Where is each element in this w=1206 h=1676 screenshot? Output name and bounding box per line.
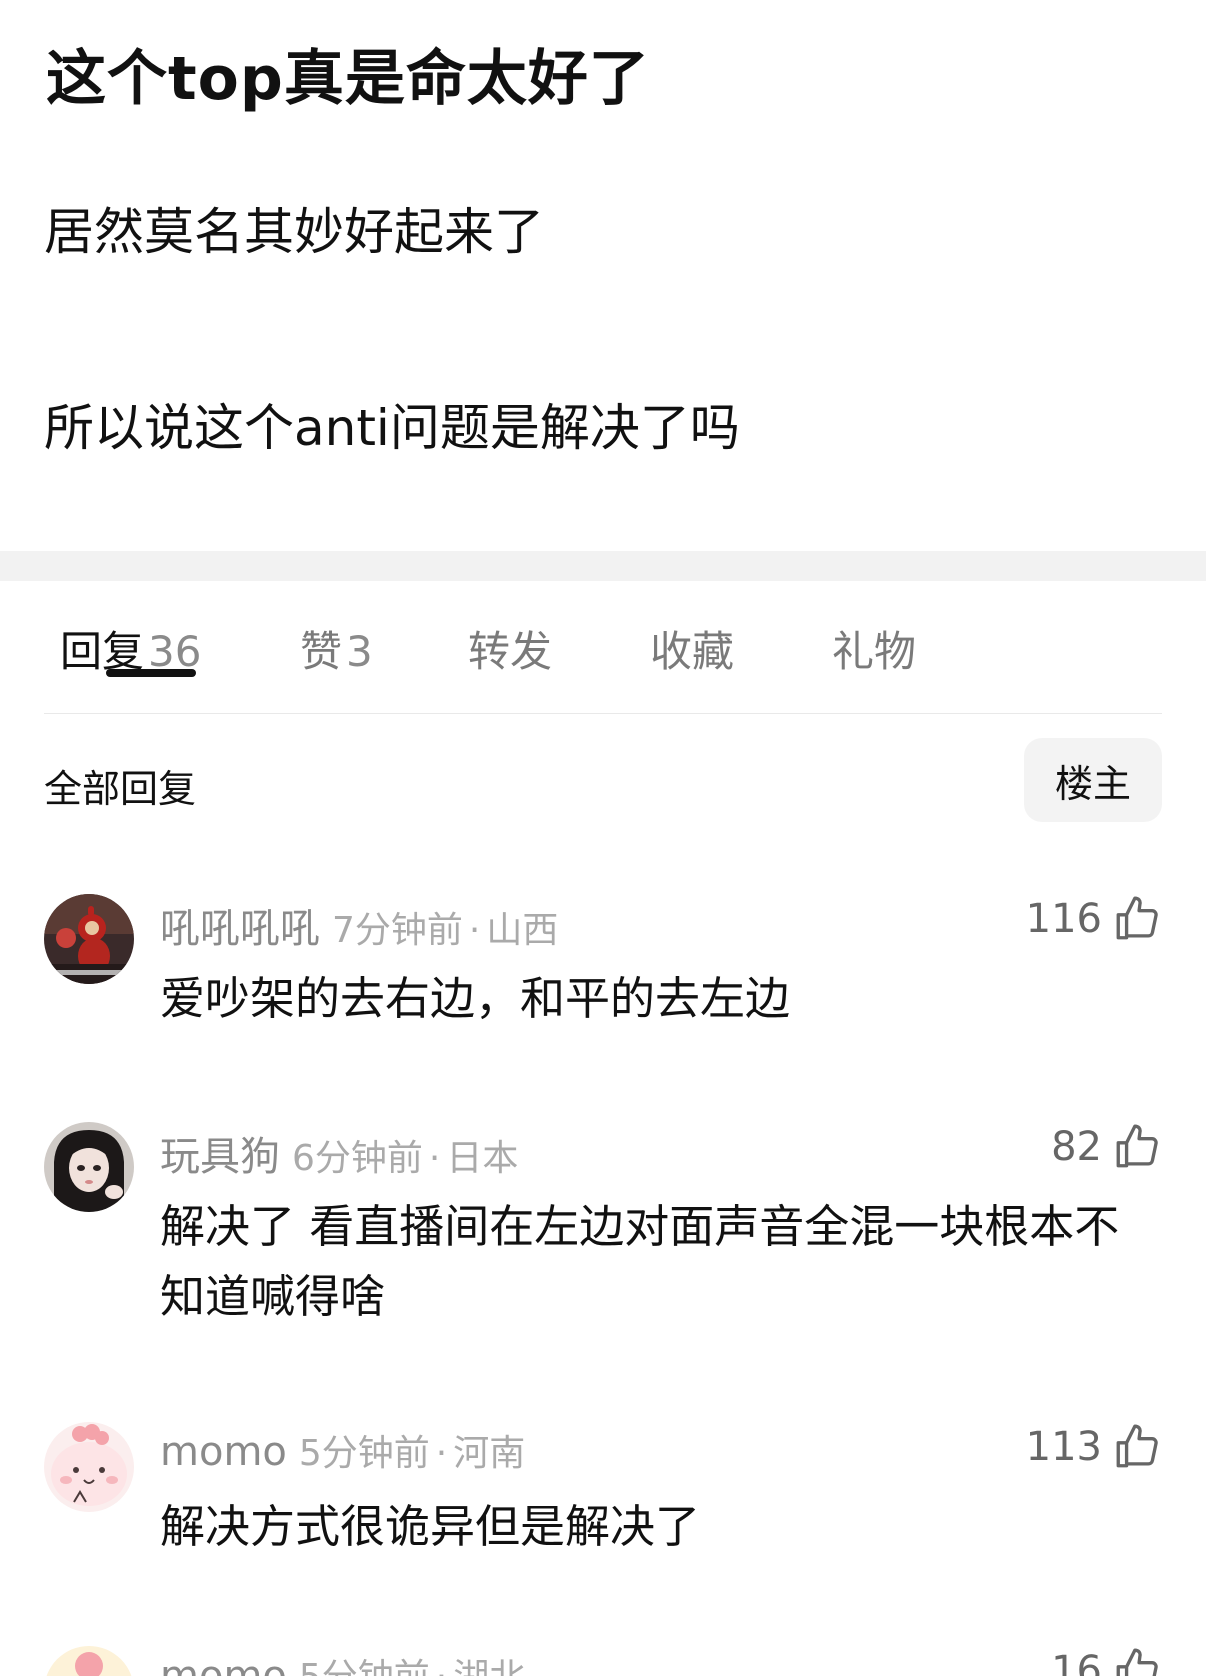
tab-label: 礼物 (832, 627, 917, 676)
like-button[interactable]: 82 (1051, 1122, 1162, 1172)
comment-time: 7分钟前 (332, 910, 463, 951)
like-button[interactable]: 113 (1026, 1422, 1162, 1472)
username[interactable]: 吼吼吼吼 (160, 906, 320, 952)
tab-replies[interactable]: 回复36 (60, 618, 201, 679)
reply-filter-row: 全部回复 楼主 (44, 738, 1162, 824)
like-count: 82 (1051, 1124, 1102, 1170)
thumbs-up-icon (1116, 1124, 1158, 1168)
thumbs-up-icon (1116, 1648, 1158, 1676)
tab-label: 转发 (468, 627, 553, 676)
avatar-image (44, 1422, 134, 1512)
post-title: 这个top真是命太好了 (46, 44, 650, 114)
avatar-image (44, 1646, 134, 1676)
comment-region: 山西 (486, 910, 559, 951)
tab-count: 3 (346, 627, 373, 676)
tab-likes[interactable]: 赞3 (300, 618, 373, 679)
thumbs-up-icon (1116, 1424, 1158, 1468)
like-count: 113 (1025, 1424, 1102, 1470)
like-button[interactable]: 16 (1051, 1646, 1162, 1676)
avatar-image (44, 894, 134, 984)
comment-text: 爱吵架的去右边，和平的去左边 (160, 972, 791, 1025)
comment-text: 解决了 看直播间在左边对面声音全混一块根本不知道喊得啥 (160, 1200, 1120, 1323)
all-replies-label: 全部回复 (44, 767, 197, 811)
tab-label: 赞 (300, 627, 343, 676)
avatar[interactable] (44, 1646, 134, 1676)
avatar[interactable] (44, 894, 134, 984)
tab-label: 收藏 (650, 627, 735, 676)
meta-separator: · (435, 1433, 448, 1474)
meta-separator: · (436, 1657, 447, 1676)
avatar[interactable] (44, 1422, 134, 1512)
comment-meta: 吼吼吼吼 7分钟前 · 山西 (160, 896, 558, 954)
comment-meta: momo 5分钟前 · 河南 (160, 1424, 525, 1476)
tab-reposts[interactable]: 转发 (468, 618, 552, 679)
comment-region: 湖北 (453, 1657, 525, 1676)
comment-time: 6分钟前 (292, 1138, 423, 1179)
avatar-image (44, 1122, 134, 1212)
comment-meta: 玩具狗 6分钟前 · 日本 (160, 1124, 518, 1182)
comment-time: 5分钟前 (298, 1433, 430, 1474)
like-button[interactable]: 116 (1026, 894, 1162, 944)
post-body-line: 居然莫名其妙好起来了 (44, 203, 544, 261)
thumbs-up-icon (1116, 896, 1158, 940)
username[interactable]: momo (160, 1429, 287, 1475)
like-count: 116 (1025, 896, 1102, 942)
post-body-line: 所以说这个anti问题是解决了吗 (44, 399, 740, 457)
meta-separator: · (428, 1138, 441, 1179)
comment-meta: momo 5分钟前 · 湖北 (160, 1648, 525, 1676)
meta-separator: · (468, 910, 481, 951)
comment-time: 5分钟前 (299, 1657, 430, 1676)
comment-region: 河南 (453, 1433, 526, 1474)
avatar[interactable] (44, 1122, 134, 1212)
section-divider (0, 551, 1206, 581)
comment-region: 日本 (446, 1138, 519, 1179)
username[interactable]: momo (160, 1653, 287, 1676)
active-tab-indicator (106, 669, 196, 677)
username[interactable]: 玩具狗 (160, 1134, 280, 1180)
like-count: 16 (1051, 1648, 1102, 1676)
op-only-button[interactable]: 楼主 (1024, 738, 1162, 822)
comment-text: 解决方式很诡异但是解决了 (160, 1500, 701, 1553)
tab-favorites[interactable]: 收藏 (650, 618, 734, 679)
tab-bar: 回复36 赞3 转发 收藏 礼物 (44, 618, 1162, 714)
tab-gifts[interactable]: 礼物 (832, 618, 916, 679)
